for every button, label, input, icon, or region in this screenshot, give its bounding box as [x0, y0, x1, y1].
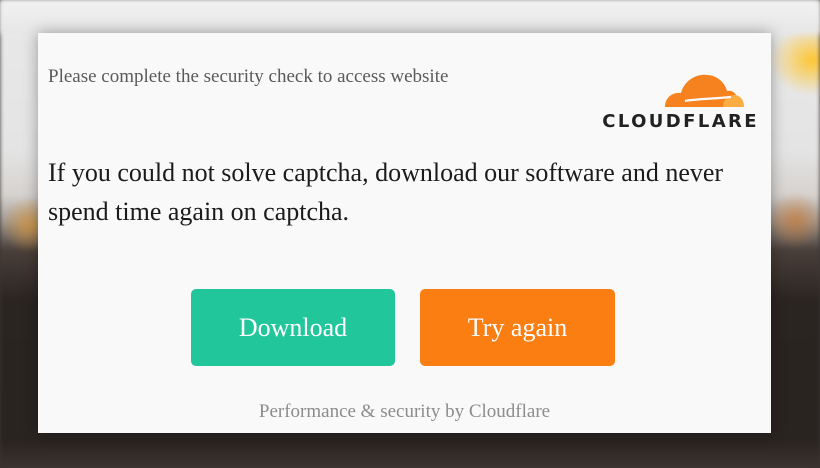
cloudflare-wordmark: CLOUDFLARE	[602, 111, 759, 132]
security-check-subtitle: Please complete the security check to ac…	[48, 66, 449, 87]
blurred-page-header	[0, 0, 820, 34]
try-again-button[interactable]: Try again	[420, 289, 615, 366]
security-check-dialog: Please complete the security check to ac…	[38, 33, 771, 433]
download-button[interactable]: Download	[191, 289, 395, 366]
cloudflare-logo: CLOUDFLARE	[589, 71, 759, 132]
footer-attribution: Performance & security by Cloudflare	[258, 401, 551, 422]
captcha-message: If you could not solve captcha, download…	[48, 158, 724, 226]
cloudflare-cloud-icon	[665, 74, 744, 107]
